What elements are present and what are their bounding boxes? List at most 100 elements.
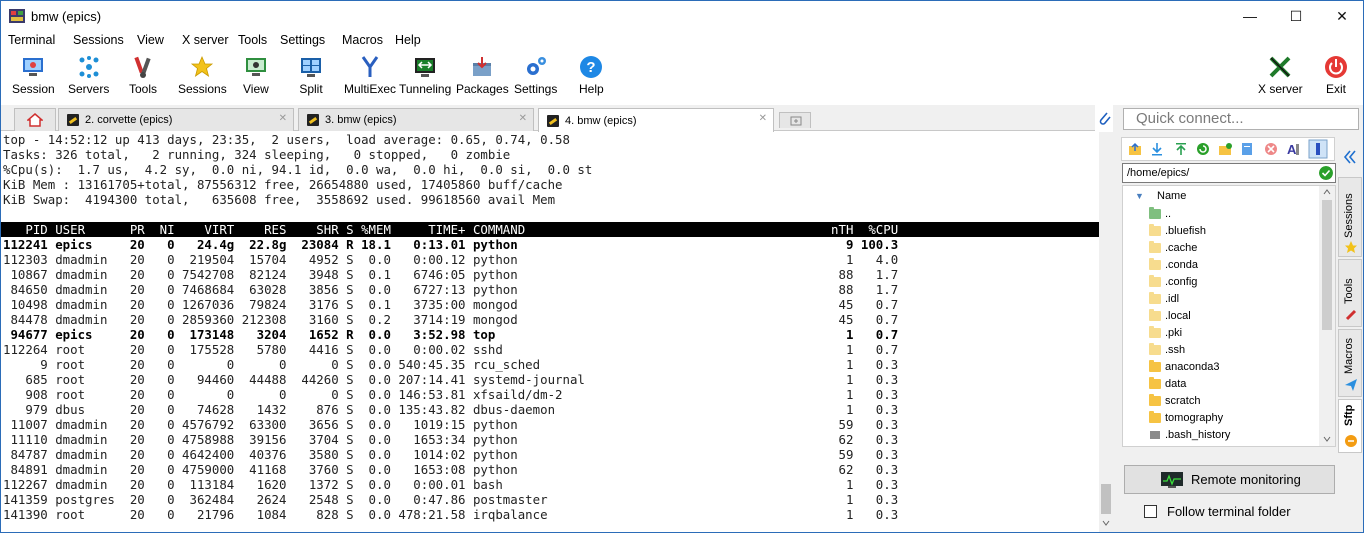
quick-connect-input[interactable]: Quick connect... xyxy=(1123,108,1359,130)
tab-home[interactable] xyxy=(14,108,56,131)
follow-terminal-label: Follow terminal folder xyxy=(1167,504,1291,519)
process-row: 84787 dmadmin 20 0 4642400 40376 3580 S … xyxy=(3,447,899,462)
menu-tools[interactable]: Tools xyxy=(238,33,267,47)
file-list-item[interactable]: anaconda3 xyxy=(1123,359,1335,376)
file-list-scrollbar[interactable] xyxy=(1319,186,1335,446)
file-list-item[interactable]: tomography xyxy=(1123,410,1335,427)
file-list-item[interactable]: .ssh xyxy=(1123,342,1335,359)
servers-label: Servers xyxy=(68,82,110,96)
menu-bar: Terminal Sessions View X server Tools Se… xyxy=(1,31,1363,51)
view-button[interactable]: View xyxy=(243,55,269,96)
tab-close-icon[interactable]: ✕ xyxy=(519,113,527,124)
file-list-header[interactable]: ▼ Name xyxy=(1123,186,1335,206)
file-name: .bash_history xyxy=(1165,429,1231,441)
vtab-sftp[interactable]: Sftp xyxy=(1338,399,1362,453)
packages-button[interactable]: Packages xyxy=(456,55,509,96)
minimize-button[interactable]: — xyxy=(1227,1,1273,31)
terminal-tab-icon xyxy=(547,114,559,127)
sftp-path-input[interactable]: /home/epics/ xyxy=(1122,163,1336,183)
delete-icon[interactable] xyxy=(1264,142,1278,156)
follow-terminal-checkbox[interactable] xyxy=(1144,505,1157,518)
folder-icon xyxy=(1149,292,1161,304)
new-tab-button[interactable] xyxy=(779,112,811,128)
refresh-icon[interactable] xyxy=(1196,142,1210,156)
toggle-hidden-icon[interactable] xyxy=(1308,139,1328,159)
help-button[interactable]: ? Help xyxy=(579,55,604,96)
terminal-output[interactable]: top - 14:52:12 up 413 days, 23:35, 2 use… xyxy=(1,132,1099,532)
folder-icon xyxy=(1149,275,1161,287)
process-table-header: PID USER PR NI VIRT RES SHR S %MEM TIME+… xyxy=(1,222,1099,237)
menu-help[interactable]: Help xyxy=(395,33,421,47)
file-list-item[interactable]: .idl xyxy=(1123,291,1335,308)
file-name: .idl xyxy=(1165,293,1180,305)
folder-icon xyxy=(1149,309,1161,321)
scroll-down-icon[interactable] xyxy=(1102,520,1110,526)
file-list-item[interactable]: scratch xyxy=(1123,393,1335,410)
maximize-button[interactable]: ☐ xyxy=(1273,1,1319,31)
packages-label: Packages xyxy=(456,82,509,96)
scroll-up-icon[interactable] xyxy=(1323,189,1331,195)
path-ok-icon[interactable] xyxy=(1319,166,1333,180)
attach-icon[interactable] xyxy=(1096,109,1112,127)
process-row: 141359 postgres 20 0 362484 2624 2548 S … xyxy=(3,492,899,507)
vtab-tools[interactable]: Tools xyxy=(1338,259,1362,327)
window-title: bmw (epics) xyxy=(31,9,102,24)
file-list-item[interactable]: .bluefish xyxy=(1123,223,1335,240)
process-row: 112303 dmadmin 20 0 219504 15704 4952 S … xyxy=(3,252,899,267)
settings-button[interactable]: Settings xyxy=(514,55,557,96)
sessions-button[interactable]: Sessions xyxy=(178,55,227,96)
file-list-item[interactable]: .pki xyxy=(1123,325,1335,342)
tab-corvette[interactable]: 2. corvette (epics) ✕ xyxy=(58,108,294,131)
tunneling-button[interactable]: Tunneling xyxy=(399,55,451,96)
tab-close-icon[interactable]: ✕ xyxy=(759,113,767,124)
file-list-item[interactable]: .local xyxy=(1123,308,1335,325)
new-folder-icon[interactable] xyxy=(1218,142,1232,156)
split-button[interactable]: Split xyxy=(299,55,323,96)
menu-macros[interactable]: Macros xyxy=(342,33,383,47)
menu-view[interactable]: View xyxy=(137,33,164,47)
plus-icon xyxy=(790,116,802,125)
new-file-icon[interactable] xyxy=(1240,142,1254,156)
file-list-scroll-thumb[interactable] xyxy=(1322,200,1332,330)
menu-terminal[interactable]: Terminal xyxy=(8,33,55,47)
x-server-button[interactable]: X server xyxy=(1258,55,1303,96)
folder-up-icon[interactable] xyxy=(1128,142,1142,156)
tab-close-icon[interactable]: ✕ xyxy=(279,113,287,124)
file-name: data xyxy=(1165,378,1187,390)
file-list-item[interactable]: .config xyxy=(1123,274,1335,291)
terminal-scrollbar[interactable] xyxy=(1099,132,1113,532)
process-row: 141390 root 20 0 21796 1084 828 S 0.0 47… xyxy=(3,507,899,522)
process-row: 9 root 20 0 0 0 0 S 0.0 540:45.35 rcu_sc… xyxy=(3,357,899,372)
file-name: .. xyxy=(1165,208,1172,220)
rename-icon[interactable]: A xyxy=(1286,142,1300,156)
scroll-down-icon[interactable] xyxy=(1323,436,1331,442)
tools-button[interactable]: Tools xyxy=(129,55,157,96)
download-icon[interactable] xyxy=(1150,142,1164,156)
tab-bmw-3[interactable]: 3. bmw (epics) ✕ xyxy=(298,108,534,131)
folder-icon xyxy=(1149,241,1161,253)
terminal-scroll-thumb[interactable] xyxy=(1101,484,1111,514)
vtab-sessions[interactable]: Sessions xyxy=(1338,177,1362,257)
packages-icon xyxy=(473,57,492,76)
power-icon xyxy=(1325,56,1347,78)
close-button[interactable]: ✕ xyxy=(1319,1,1363,31)
servers-button[interactable]: Servers xyxy=(68,55,109,96)
file-list-item[interactable]: .conda xyxy=(1123,257,1335,274)
exit-button[interactable]: Exit xyxy=(1324,55,1348,96)
file-list-item[interactable]: .bash_history xyxy=(1123,427,1335,444)
file-list-item[interactable]: data xyxy=(1123,376,1335,393)
menu-x-server[interactable]: X server xyxy=(182,33,229,47)
file-list-item[interactable]: .cache xyxy=(1123,240,1335,257)
menu-sessions[interactable]: Sessions xyxy=(73,33,124,47)
file-list-item[interactable]: .. xyxy=(1123,206,1335,223)
vtab-macros[interactable]: Macros xyxy=(1338,329,1362,397)
remote-monitoring-button[interactable]: Remote monitoring xyxy=(1124,465,1335,494)
multiexec-button[interactable]: MultiExec xyxy=(344,55,396,96)
menu-settings[interactable]: Settings xyxy=(280,33,325,47)
session-button[interactable]: Session xyxy=(12,55,55,96)
upload-icon[interactable] xyxy=(1174,142,1188,156)
follow-terminal-folder[interactable]: Follow terminal folder xyxy=(1144,504,1291,519)
multiexec-icon xyxy=(361,56,379,77)
tab-bmw-4[interactable]: 4. bmw (epics) ✕ xyxy=(538,108,774,132)
process-row: 685 root 20 0 94460 44488 44260 S 0.0 20… xyxy=(3,372,899,387)
